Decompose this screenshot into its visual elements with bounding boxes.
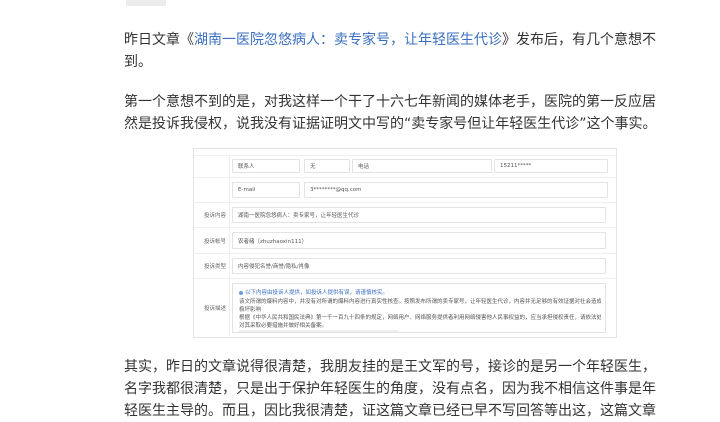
type-label: 投诉类型 [204,264,227,270]
account-value: 农者绪（zhuzhaoxin111） [238,238,308,245]
form-row-email: E-mail 3********@qq.com [194,178,616,203]
type-value: 内容侵犯名誉/商誉/隐私/肖像 [238,264,310,270]
form-row-content: 投诉内容 湖南一医院忽悠病人：卖专家号，让年轻医生代诊 [194,203,616,228]
contact-field: 联系人 [232,159,300,173]
phone-value: 15211***** [500,163,532,169]
previous-content-stub [126,0,166,6]
description-hint: 以下内容由投诉人提供，如投诉人提供有误，请谨慎核实。 [239,288,388,296]
content-label: 投诉内容 [204,213,227,219]
phone-label: 电话 [358,164,370,170]
email-value-field: 3********@qq.com [304,182,608,198]
description-box: 以下内容由投诉人提供，如投诉人提供有误，请谨慎核实。 该文所谓的爆料内容中，并没… [232,283,606,333]
content-value: 湖南一医院忽悠病人：卖专家号，让年轻医生代诊 [238,213,360,219]
article-paragraph-1: 昨日文章《湖南一医院忽悠病人：卖专家号，让年轻医生代诊》发布后，有几个意想不到。 [124,29,664,73]
description-line: 极坏影响 [239,307,262,313]
form-row-contact: 联系人 无 电话 15211***** [194,155,616,178]
p1-before: 昨日文章《 [124,32,194,48]
email-value: 3********@qq.com [310,187,362,193]
form-row-description: 投诉描述 以下内容由投诉人提供，如投诉人提供有误，请谨慎核实。 该文所谓的爆料内… [194,279,616,337]
account-field: 农者绪（zhuzhaoxin111） [232,232,606,249]
content-field: 湖南一医院忽悠病人：卖专家号，让年轻医生代诊 [232,207,606,223]
contact-value-field: 无 [304,159,350,173]
email-label: E-mail [238,187,256,193]
article-paragraph-3: 其实，昨日的文章说得很清楚，我朋友挂的是王文军的号，接诊的是另一个年轻医生，名字… [124,359,656,419]
description-line: 该文所谓的爆料内容中，并没有对所谓的爆料内容进行真实性核查。按照发布所谓的卖专家… [239,299,601,305]
phone-field: 电话 [352,159,492,173]
form-row-account: 投诉帐号 农者绪（zhuzhaoxin111） [194,228,616,254]
form-row-type: 投诉类型 内容侵犯名誉/商誉/隐私/肖像 [194,254,616,279]
complaint-form-screenshot: 联系人 无 电话 15211***** E-mail 3********@qq.… [193,148,617,338]
contact-value: 无 [310,164,316,170]
email-label-field: E-mail [232,182,300,198]
hint-text: 以下内容由投诉人提供，如投诉人提供有误，请谨慎核实。 [245,290,389,296]
account-label: 投诉帐号 [204,238,227,245]
type-field: 内容侵犯名誉/商誉/隐私/肖像 [232,258,606,274]
info-icon [239,290,243,295]
phone-value-field: 15211***** [494,159,608,173]
article-title-link[interactable]: 湖南一医院忽悠病人：卖专家号，让年轻医生代诊 [194,32,502,48]
article-paragraph-2: 第一个意想不到的是，对我这样一个干了十六七年新闻的媒体老手，医院的第一反应居然是… [124,94,657,132]
description-tail [239,330,399,332]
description-label: 投诉描述 [204,306,227,312]
description-line: 对其采取必要措施并做好相关备案。 [239,323,328,329]
contact-label: 联系人 [238,164,255,170]
description-line: 根据《中华人民共和国民法典》第一千一百九十四条的规定，网络用户、网络服务提供者利… [239,315,601,321]
